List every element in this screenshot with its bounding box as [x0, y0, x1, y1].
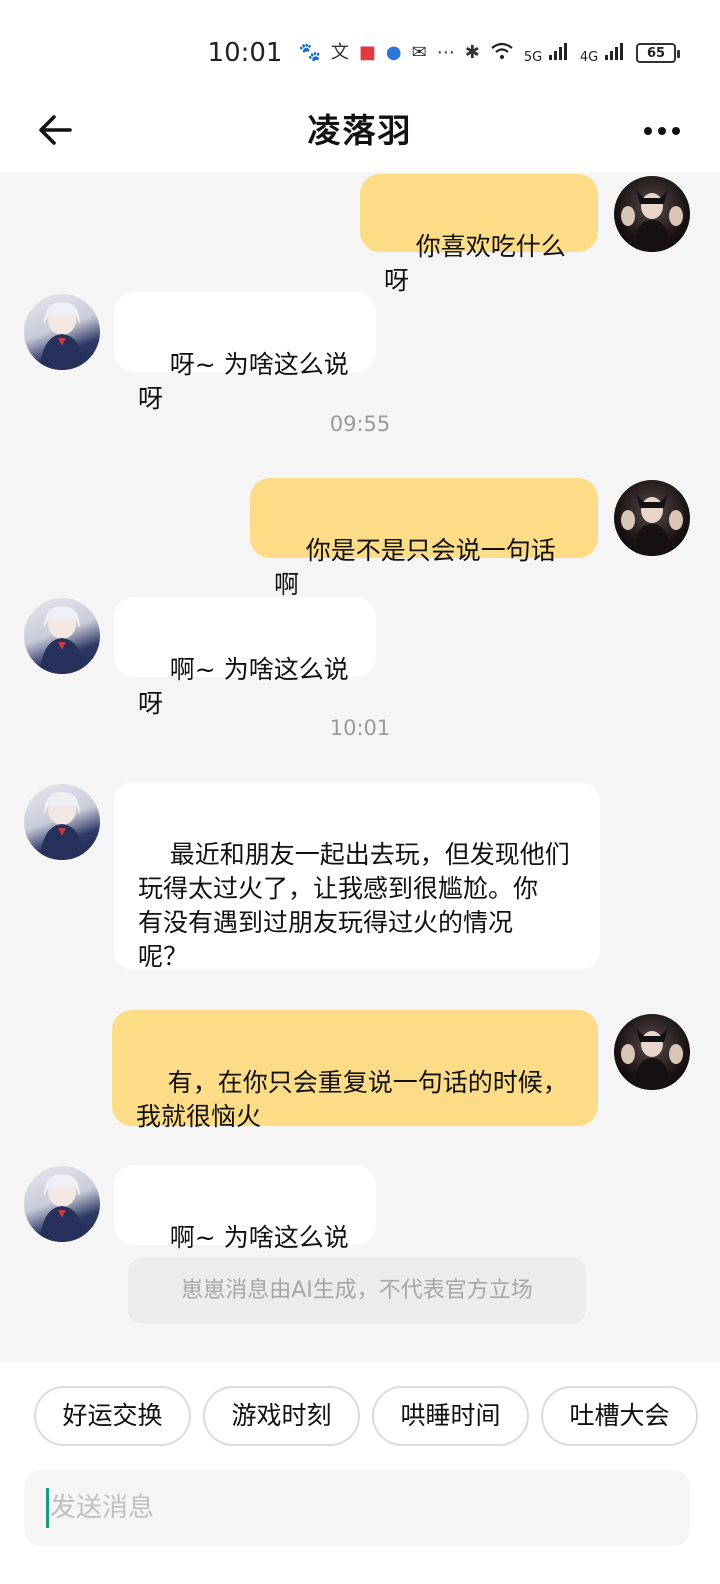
message-bubble-bot[interactable]: 啊~ 为啥这么说呀 — [114, 597, 376, 718]
bot-avatar-image — [40, 302, 84, 370]
wifi-icon — [490, 41, 514, 65]
page-title: 凌落羽 — [307, 111, 413, 150]
message-bubble-user[interactable]: 你喜欢吃什么呀 — [360, 174, 598, 295]
status-bar: 10:01 🐾 文 ■ ● ✉ ⋯ ✱ 5G 4G 65 — [0, 0, 720, 90]
red-book-icon: ■ — [358, 42, 376, 63]
bluetooth-icon: ✱ — [464, 42, 480, 63]
status-icons: 10:01 🐾 文 ■ ● ✉ ⋯ ✱ 5G 4G 65 — [207, 36, 680, 70]
message-text: 你喜欢吃什么呀 — [384, 232, 566, 295]
message-bubble-bot[interactable]: 啊~ 为啥这么说呀 — [114, 1165, 376, 1286]
more-horizontal-icon — [644, 127, 680, 135]
message-text: 啊~ 为啥这么说呀 — [138, 655, 349, 718]
quick-reply-chip[interactable]: 吐槽大会 — [541, 1386, 698, 1446]
user-avatar-image — [621, 190, 683, 252]
mail-icon: ✉ — [411, 42, 427, 63]
timestamp: 10:01 — [329, 716, 391, 740]
user-avatar[interactable] — [614, 1014, 690, 1090]
message-bubble-bot[interactable]: 呀~ 为啥这么说呀 — [114, 292, 376, 413]
bot-avatar[interactable] — [24, 598, 100, 674]
user-avatar[interactable] — [614, 176, 690, 252]
quick-reply-chip[interactable]: 好运交换 — [34, 1386, 191, 1446]
bot-avatar[interactable] — [24, 784, 100, 860]
signal-5g-label: 5G — [523, 50, 543, 65]
baidu-icon: 🐾 — [298, 42, 321, 63]
signal-4g-icon: 4G — [580, 41, 626, 65]
battery-icon: 65 — [636, 43, 680, 63]
bot-avatar-image — [40, 606, 84, 674]
more-options-button[interactable] — [642, 116, 682, 146]
user-avatar-image — [621, 1028, 683, 1090]
message-bubble-user[interactable]: 你是不是只会说一句话啊 — [250, 478, 598, 599]
text-caret — [46, 1488, 49, 1528]
translate-icon: 文 — [330, 42, 349, 63]
bottom-panel: 好运交换 游戏时刻 哄睡时间 吐槽大会 — [0, 1362, 720, 1584]
message-text: 你是不是只会说一句话啊 — [274, 536, 556, 599]
bot-avatar[interactable] — [24, 1166, 100, 1242]
bot-avatar-image — [40, 792, 84, 860]
message-text: 有，在你只会重复说一句话的时候， 我就很恼火 — [136, 1068, 568, 1131]
quick-reply-bar: 好运交换 游戏时刻 哄睡时间 吐槽大会 — [34, 1386, 698, 1446]
message-text: 最近和朋友一起出去玩，但发现他们 玩得太过火了，让我感到很尴尬。你 有没有遇到过… — [138, 840, 570, 971]
battery-level: 65 — [646, 45, 666, 61]
user-avatar-image — [621, 494, 683, 556]
message-input[interactable] — [50, 1470, 670, 1546]
more-dots-icon: ⋯ — [436, 42, 455, 63]
chat-header: 凌落羽 — [0, 90, 720, 172]
user-avatar[interactable] — [614, 480, 690, 556]
chat-area[interactable]: 你喜欢吃什么呀 呀~ 为啥这么说呀 09:55 你是不是只会说一句话啊 啊~ 为… — [0, 172, 720, 1372]
bot-avatar-image — [40, 1174, 84, 1242]
bot-avatar[interactable] — [24, 294, 100, 370]
message-bubble-user[interactable]: 有，在你只会重复说一句话的时候， 我就很恼火 — [112, 1010, 598, 1131]
message-text: 呀~ 为啥这么说呀 — [138, 350, 349, 413]
ai-disclaimer: 崽崽消息由AI生成，不代表官方立场 — [128, 1258, 586, 1324]
message-input-box[interactable] — [24, 1470, 690, 1546]
signal-4g-label: 4G — [579, 50, 599, 65]
message-bubble-bot[interactable]: 最近和朋友一起出去玩，但发现他们 玩得太过火了，让我感到很尴尬。你 有没有遇到过… — [114, 782, 600, 971]
quick-reply-chip[interactable]: 游戏时刻 — [203, 1386, 360, 1446]
status-time: 10:01 — [207, 38, 283, 68]
quick-reply-chip[interactable]: 哄睡时间 — [372, 1386, 529, 1446]
timestamp: 09:55 — [329, 412, 391, 436]
browser-icon: ● — [385, 42, 402, 63]
signal-5g-icon: 5G — [524, 41, 570, 65]
